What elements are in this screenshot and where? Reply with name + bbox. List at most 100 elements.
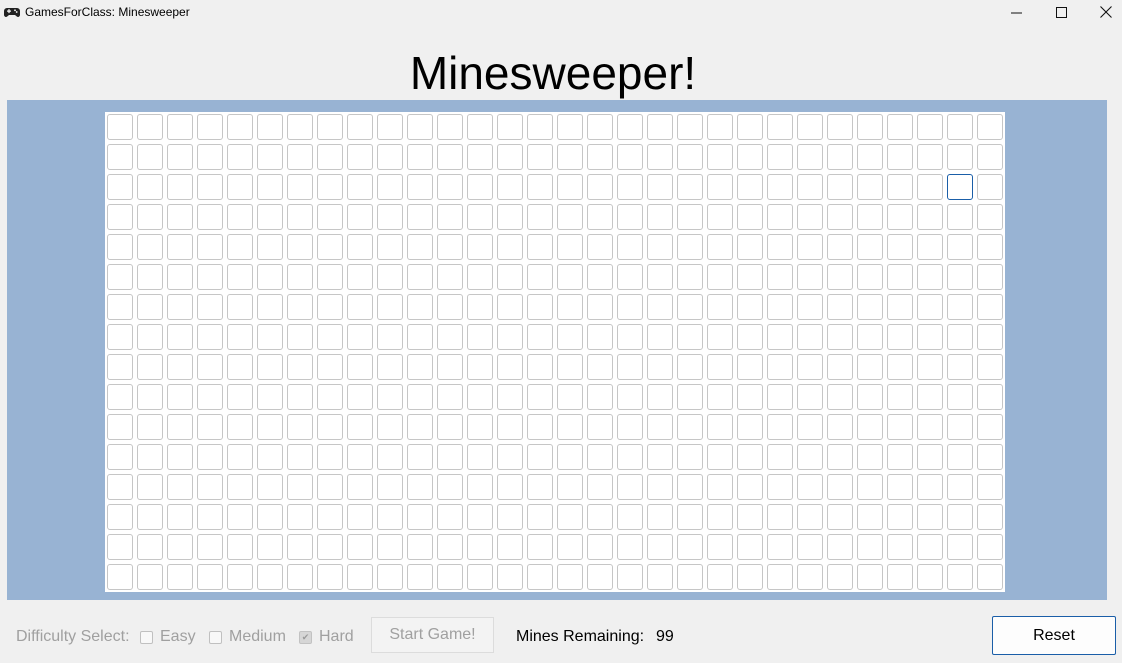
mine-cell[interactable] <box>467 144 493 170</box>
mine-cell[interactable] <box>557 564 583 590</box>
mine-cell[interactable] <box>887 564 913 590</box>
mine-cell[interactable] <box>917 174 943 200</box>
mine-cell[interactable] <box>527 144 553 170</box>
mine-cell[interactable] <box>977 384 1003 410</box>
mine-cell[interactable] <box>317 534 343 560</box>
mine-cell[interactable] <box>587 324 613 350</box>
mine-cell[interactable] <box>167 114 193 140</box>
mine-cell[interactable] <box>167 324 193 350</box>
mine-cell[interactable] <box>767 114 793 140</box>
mine-cell[interactable] <box>257 474 283 500</box>
mine-cell[interactable] <box>857 534 883 560</box>
mine-cell[interactable] <box>737 534 763 560</box>
mine-cell[interactable] <box>197 264 223 290</box>
mine-cell[interactable] <box>947 354 973 380</box>
medium-checkbox[interactable] <box>209 630 222 644</box>
mine-cell[interactable] <box>797 204 823 230</box>
mine-cell[interactable] <box>437 174 463 200</box>
mine-cell[interactable] <box>197 444 223 470</box>
mine-cell[interactable] <box>737 444 763 470</box>
mine-cell[interactable] <box>317 474 343 500</box>
mine-cell[interactable] <box>827 564 853 590</box>
mine-cell[interactable] <box>197 294 223 320</box>
mine-cell[interactable] <box>257 384 283 410</box>
mine-cell[interactable] <box>797 264 823 290</box>
mine-cell[interactable] <box>827 294 853 320</box>
mine-cell[interactable] <box>767 414 793 440</box>
mine-cell[interactable] <box>317 444 343 470</box>
mine-cell[interactable] <box>737 414 763 440</box>
mine-cell[interactable] <box>767 264 793 290</box>
mine-cell[interactable] <box>317 294 343 320</box>
mine-cell[interactable] <box>407 384 433 410</box>
mine-cell[interactable] <box>857 294 883 320</box>
mine-cell[interactable] <box>797 294 823 320</box>
mine-cell[interactable] <box>197 174 223 200</box>
mine-cell[interactable] <box>407 294 433 320</box>
mine-cell[interactable] <box>167 534 193 560</box>
mine-cell[interactable] <box>347 444 373 470</box>
mine-cell[interactable] <box>587 114 613 140</box>
mine-cell[interactable] <box>257 444 283 470</box>
mine-cell[interactable] <box>107 474 133 500</box>
mine-cell[interactable] <box>467 324 493 350</box>
mine-cell[interactable] <box>857 204 883 230</box>
mine-cell[interactable] <box>587 174 613 200</box>
mine-cell[interactable] <box>317 354 343 380</box>
mine-cell[interactable] <box>167 174 193 200</box>
mine-cell[interactable] <box>407 534 433 560</box>
mine-cell[interactable] <box>497 354 523 380</box>
mine-cell[interactable] <box>227 534 253 560</box>
mine-cell[interactable] <box>197 324 223 350</box>
mine-cell[interactable] <box>437 564 463 590</box>
mine-cell[interactable] <box>287 324 313 350</box>
mine-cell[interactable] <box>437 204 463 230</box>
mine-cell[interactable] <box>647 384 673 410</box>
mine-cell[interactable] <box>227 144 253 170</box>
hard-option[interactable]: ✔ Hard <box>299 628 354 646</box>
mine-cell[interactable] <box>677 504 703 530</box>
mine-cell[interactable] <box>887 354 913 380</box>
mine-cell[interactable] <box>227 564 253 590</box>
mine-cell[interactable] <box>137 354 163 380</box>
mine-cell[interactable] <box>677 114 703 140</box>
mine-cell[interactable] <box>497 294 523 320</box>
mine-cell[interactable] <box>557 444 583 470</box>
mine-cell[interactable] <box>587 234 613 260</box>
mine-cell[interactable] <box>377 204 403 230</box>
mine-cell[interactable] <box>557 504 583 530</box>
mine-cell[interactable] <box>917 384 943 410</box>
mine-cell[interactable] <box>857 234 883 260</box>
mine-cell[interactable] <box>527 564 553 590</box>
mine-cell[interactable] <box>617 564 643 590</box>
mine-cell[interactable] <box>617 114 643 140</box>
mine-cell[interactable] <box>587 504 613 530</box>
mine-cell[interactable] <box>467 414 493 440</box>
mine-cell[interactable] <box>317 264 343 290</box>
mine-cell[interactable] <box>797 534 823 560</box>
mine-cell[interactable] <box>407 324 433 350</box>
mine-cell[interactable] <box>347 324 373 350</box>
mine-cell[interactable] <box>767 324 793 350</box>
mine-cell[interactable] <box>857 354 883 380</box>
mine-cell[interactable] <box>197 474 223 500</box>
mine-cell[interactable] <box>107 444 133 470</box>
mine-cell[interactable] <box>617 474 643 500</box>
mine-cell[interactable] <box>587 204 613 230</box>
mine-cell[interactable] <box>887 234 913 260</box>
mine-cell[interactable] <box>977 234 1003 260</box>
mine-cell[interactable] <box>677 264 703 290</box>
mine-cell[interactable] <box>347 384 373 410</box>
mine-cell[interactable] <box>347 144 373 170</box>
mine-cell[interactable] <box>497 444 523 470</box>
mine-cell[interactable] <box>827 414 853 440</box>
mine-cell[interactable] <box>107 294 133 320</box>
mine-cell[interactable] <box>377 144 403 170</box>
mine-cell[interactable] <box>257 264 283 290</box>
mine-cell[interactable] <box>557 534 583 560</box>
mine-cell[interactable] <box>167 294 193 320</box>
mine-cell[interactable] <box>377 294 403 320</box>
mine-cell[interactable] <box>167 384 193 410</box>
mine-cell[interactable] <box>467 114 493 140</box>
mine-cell[interactable] <box>107 384 133 410</box>
